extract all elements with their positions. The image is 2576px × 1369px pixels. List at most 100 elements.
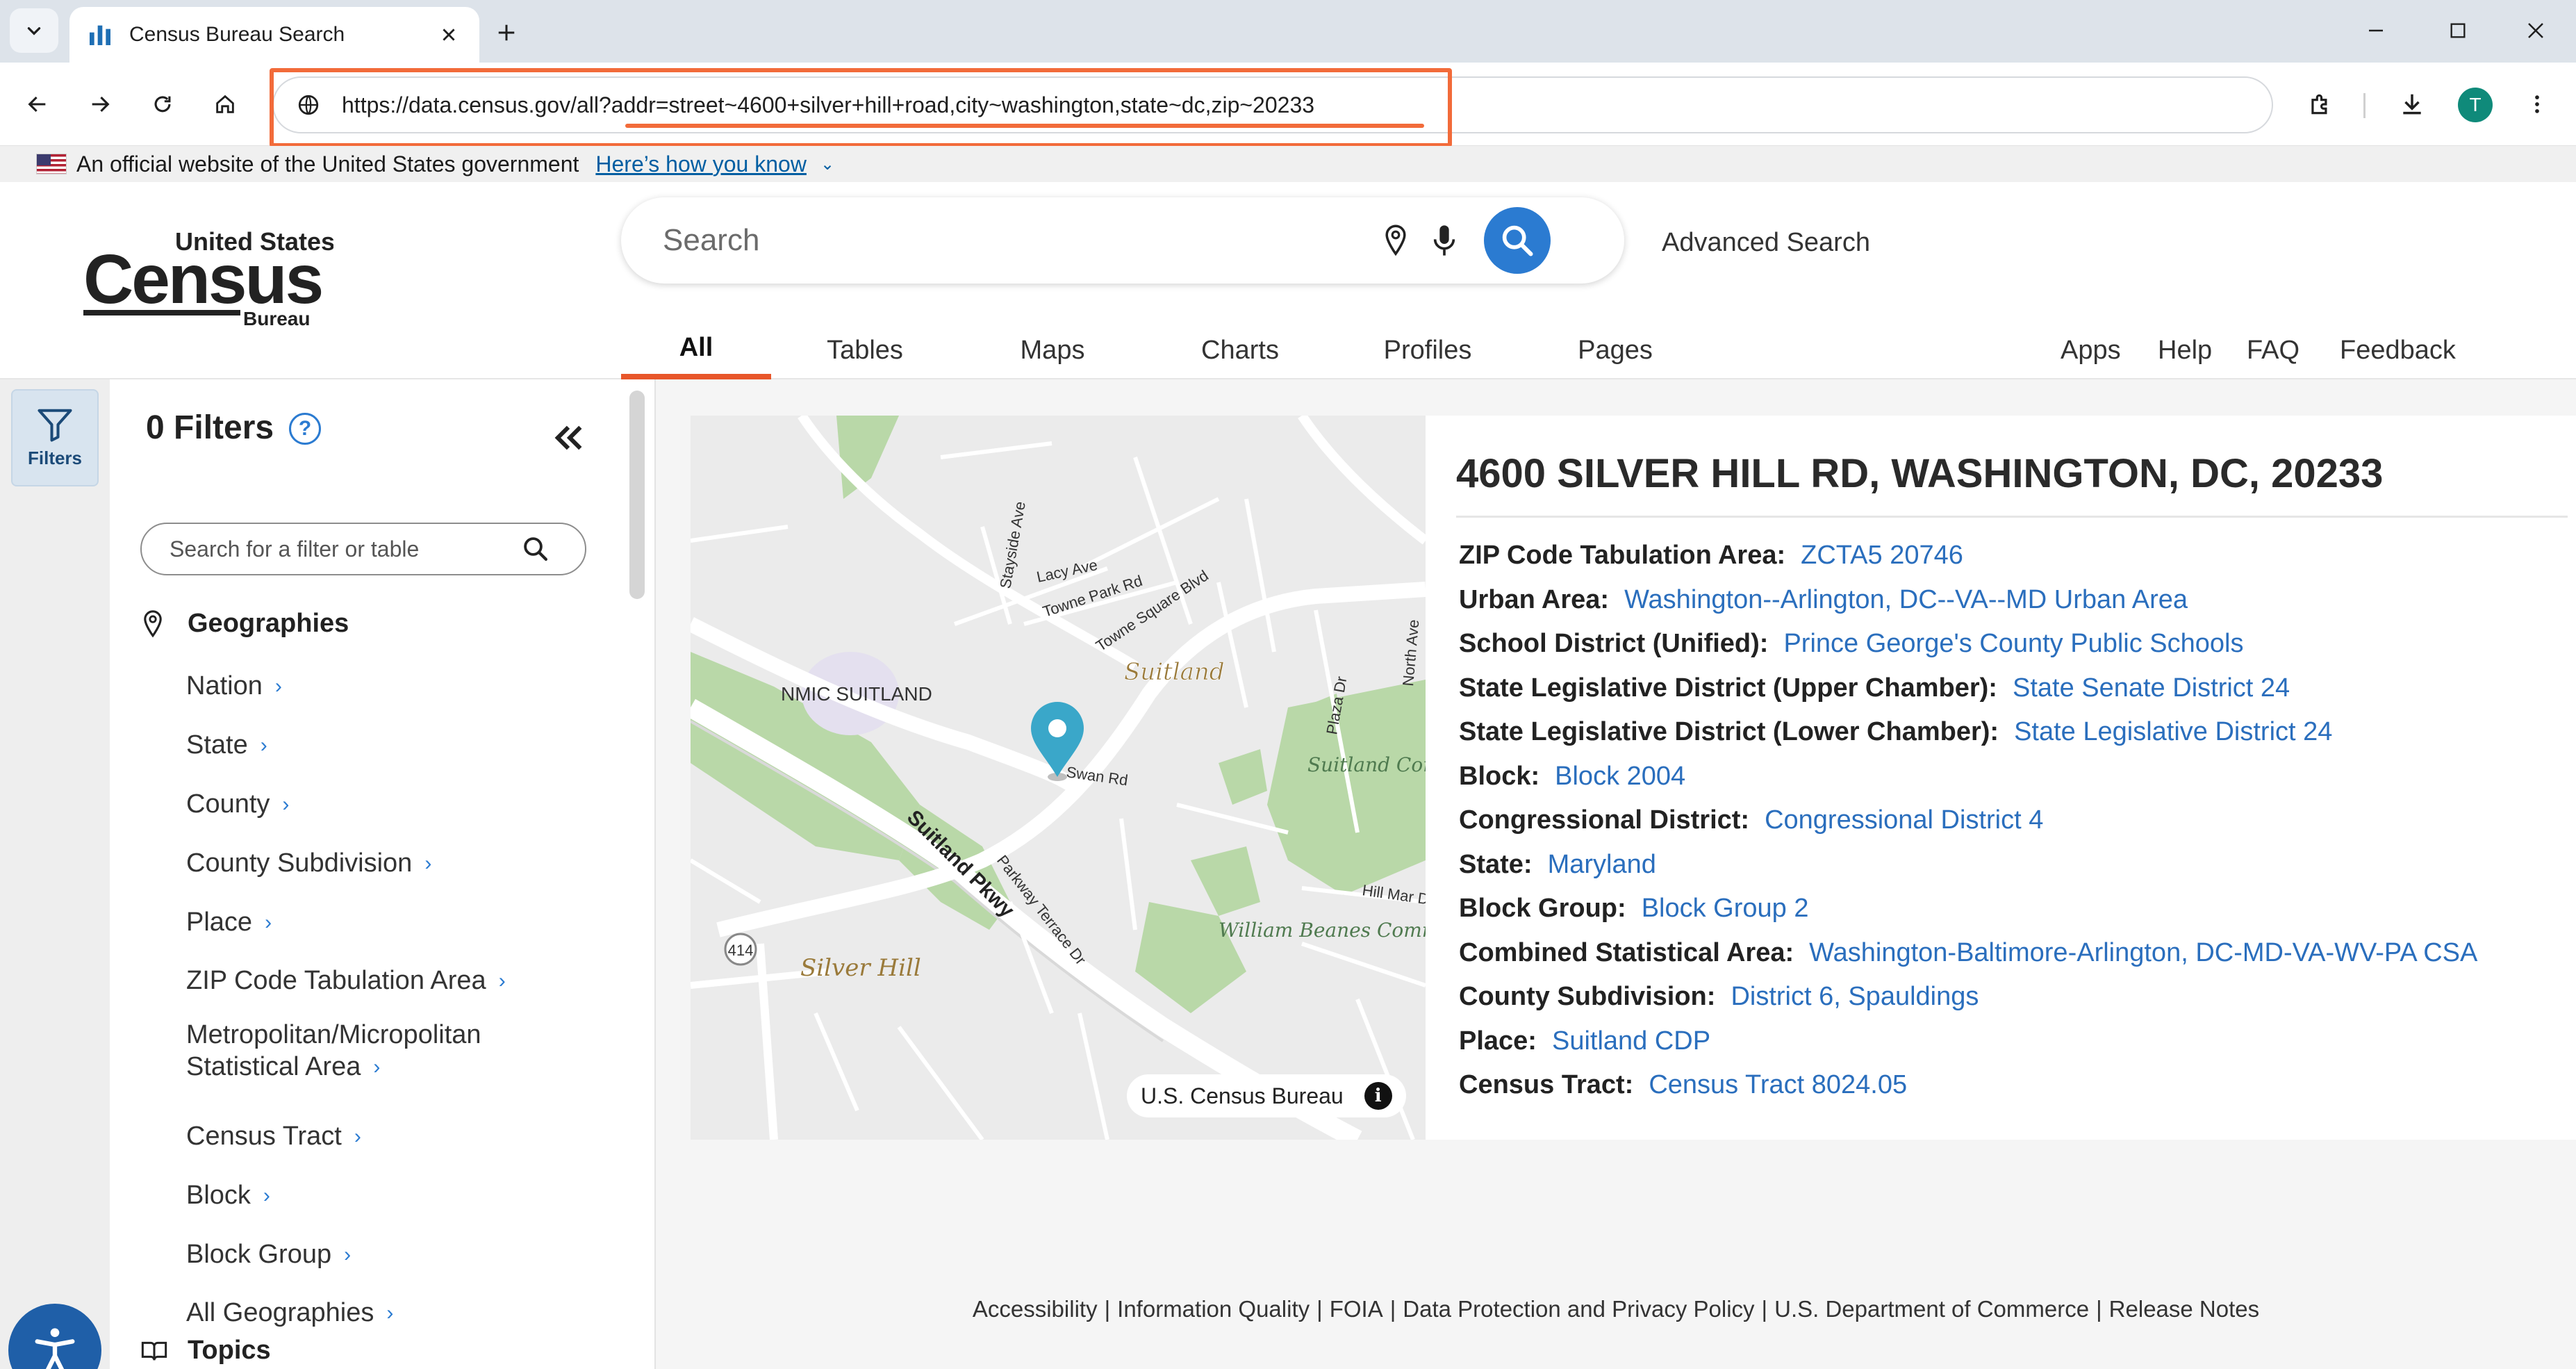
help-icon[interactable]: ?	[289, 413, 321, 445]
address-result-card: 414 NMIC SUITLAND Suitland Suitland Comm…	[691, 416, 2576, 1140]
geo-item-place[interactable]: Place ›	[186, 906, 272, 940]
footer-link-information-quality[interactable]: Information Quality	[1117, 1296, 1310, 1322]
search-input[interactable]	[663, 223, 1371, 258]
fact-link-urban-area[interactable]: Washington--Arlington, DC--VA--MD Urban …	[1624, 585, 2188, 615]
link-feedback[interactable]: Feedback	[2340, 321, 2456, 379]
fact-link-school-district[interactable]: Prince George's County Public Schools	[1783, 629, 2243, 659]
filter-search-input[interactable]	[170, 536, 517, 562]
fact-link-zcta[interactable]: ZCTA5 20746	[1801, 541, 1963, 571]
new-tab-button[interactable]	[489, 15, 524, 50]
search-icon[interactable]	[521, 534, 550, 564]
geographies-heading[interactable]: Geographies	[140, 609, 349, 639]
map-canvas[interactable]: 414 NMIC SUITLAND Suitland Suitland Comm…	[691, 416, 1426, 1140]
geo-item-county[interactable]: County ›	[186, 788, 289, 822]
footer-link-foia[interactable]: FOIA	[1330, 1296, 1383, 1322]
chevron-right-icon: ›	[265, 911, 272, 934]
fact-link-place[interactable]: Suitland CDP	[1552, 1026, 1710, 1056]
location-pin-icon[interactable]	[1371, 216, 1420, 265]
tab-title: Census Bureau Search	[129, 23, 345, 46]
heres-how-you-know-link[interactable]: Here’s how you know	[595, 151, 807, 177]
info-icon[interactable]: i	[1364, 1082, 1392, 1110]
address-map[interactable]: 414 NMIC SUITLAND Suitland Suitland Comm…	[691, 416, 1426, 1140]
forward-button[interactable]	[78, 82, 122, 126]
fact-link-block[interactable]: Block 2004	[1555, 762, 1685, 792]
accessibility-button[interactable]	[8, 1304, 101, 1369]
collapse-panel-button[interactable]	[540, 410, 596, 466]
fact-link-state-senate[interactable]: State Senate District 24	[2013, 673, 2290, 703]
fact-link-csa[interactable]: Washington-Baltimore-Arlington, DC-MD-VA…	[1809, 938, 2477, 968]
footer-separator: |	[1316, 1296, 1323, 1322]
fact-row: State Legislative District (Upper Chambe…	[1459, 666, 2477, 711]
browser-menu-button[interactable]	[2515, 82, 2559, 126]
microphone-icon[interactable]	[1420, 216, 1469, 265]
footer-link-release-notes[interactable]: Release Notes	[2109, 1296, 2259, 1322]
advanced-search-link[interactable]: Advanced Search	[1662, 228, 1870, 258]
map-label-suitland: Suitland	[1124, 658, 1225, 686]
url-text[interactable]: https://data.census.gov/all?addr=street~…	[342, 92, 1314, 118]
topics-heading[interactable]: Topics	[140, 1336, 271, 1366]
tab-all[interactable]: All	[621, 321, 771, 379]
fact-link-county-subdivision[interactable]: District 6, Spauldings	[1731, 982, 1979, 1012]
chevron-down-icon[interactable]: ⌄	[820, 154, 834, 174]
browser-toolbar: https://data.census.gov/all?addr=street~…	[0, 63, 2576, 146]
geo-item-block-group[interactable]: Block Group ›	[186, 1238, 351, 1272]
map-label-silver-hill: Silver Hill	[800, 954, 921, 982]
fact-row: Place: Suitland CDP	[1459, 1019, 2477, 1064]
link-apps[interactable]: Apps	[2061, 321, 2121, 379]
extensions-button[interactable]	[2298, 82, 2343, 126]
geo-label: County	[186, 789, 270, 819]
fact-label: Place:	[1459, 1026, 1537, 1056]
filters-toggle-button[interactable]: Filters	[11, 389, 99, 486]
geo-item-block[interactable]: Block ›	[186, 1179, 270, 1213]
home-icon	[216, 95, 234, 113]
fact-link-state-legislative[interactable]: State Legislative District 24	[2014, 717, 2332, 747]
reload-button[interactable]	[140, 82, 185, 126]
profile-avatar[interactable]: T	[2458, 88, 2493, 122]
tab-search-button[interactable]	[10, 8, 58, 53]
double-chevron-left-icon	[554, 425, 582, 450]
footer-link-privacy[interactable]: Data Protection and Privacy Policy	[1403, 1296, 1754, 1322]
site-header: United States Census Bureau Advanced Sea…	[0, 182, 2576, 379]
census-logo[interactable]: United States Census Bureau	[83, 227, 335, 332]
back-button[interactable]	[15, 82, 60, 126]
tab-profiles[interactable]: Profiles	[1334, 321, 1521, 379]
filters-label: Filters	[27, 447, 83, 468]
tab-maps[interactable]: Maps	[959, 321, 1146, 379]
fact-label: State:	[1459, 849, 1533, 879]
geo-item-zcta[interactable]: ZIP Code Tabulation Area ›	[186, 965, 506, 999]
geo-item-all-geographies[interactable]: All Geographies ›	[186, 1297, 393, 1331]
fact-row: Block Group: Block Group 2	[1459, 887, 2477, 931]
close-window-button[interactable]	[2515, 13, 2557, 49]
fact-link-census-tract[interactable]: Census Tract 8024.05	[1649, 1070, 1907, 1100]
link-faq[interactable]: FAQ	[2247, 321, 2300, 379]
geo-item-state[interactable]: State ›	[186, 729, 267, 763]
fact-link-block-group[interactable]: Block Group 2	[1642, 894, 1809, 924]
tab-close-icon[interactable]	[435, 21, 463, 49]
geo-item-county-subdivision[interactable]: County Subdivision ›	[186, 847, 431, 881]
search-button[interactable]	[1484, 207, 1551, 274]
geo-item-census-tract[interactable]: Census Tract ›	[186, 1120, 361, 1154]
fact-link-state[interactable]: Maryland	[1548, 850, 1656, 880]
geo-item-nation[interactable]: Nation ›	[186, 670, 282, 704]
tab-tables[interactable]: Tables	[771, 321, 959, 379]
census-bars-icon	[90, 25, 110, 45]
downloads-button[interactable]	[2390, 82, 2434, 126]
minimize-button[interactable]	[2355, 13, 2397, 49]
fact-label: State Legislative District (Upper Chambe…	[1459, 673, 1997, 703]
maximize-button[interactable]	[2437, 13, 2479, 49]
panel-scrollbar[interactable]	[629, 391, 645, 599]
home-button[interactable]	[203, 82, 247, 126]
browser-tab[interactable]: Census Bureau Search	[69, 7, 479, 63]
fact-row: Census Tract: Census Tract 8024.05	[1459, 1063, 2477, 1108]
geo-item-metro-micro[interactable]: Metropolitan/Micropolitan Statistical Are…	[186, 1019, 481, 1085]
link-help[interactable]: Help	[2158, 321, 2212, 379]
footer-link-commerce[interactable]: U.S. Department of Commerce	[1774, 1296, 2089, 1322]
site-info-icon[interactable]	[288, 84, 329, 126]
tab-pages[interactable]: Pages	[1521, 321, 1709, 379]
fact-row: Urban Area: Washington--Arlington, DC--VA…	[1459, 578, 2477, 623]
logo-line3: Bureau	[243, 308, 310, 329]
footer-link-accessibility[interactable]: Accessibility	[973, 1296, 1098, 1322]
fact-link-congressional[interactable]: Congressional District 4	[1765, 805, 2043, 835]
tab-charts[interactable]: Charts	[1146, 321, 1334, 379]
chevron-right-icon: ›	[282, 793, 290, 816]
